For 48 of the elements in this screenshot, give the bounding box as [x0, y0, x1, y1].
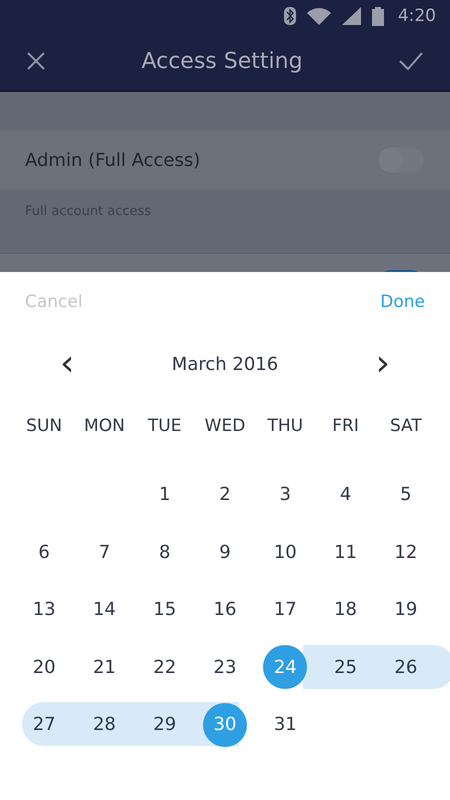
clock-time: 4:20 — [398, 6, 436, 26]
calendar-day[interactable]: 7 — [82, 530, 126, 574]
calendar-day[interactable]: 20 — [22, 645, 66, 690]
calendar-day[interactable]: 18 — [324, 588, 368, 632]
signal-icon — [342, 7, 362, 25]
calendar-day[interactable]: 5 — [384, 472, 428, 517]
calendar-day[interactable]: 21 — [82, 645, 126, 690]
calendar-day[interactable]: 13 — [22, 588, 66, 632]
weekday-label: FRI — [332, 416, 359, 436]
weekday-label: TUE — [148, 416, 182, 436]
battery-icon — [372, 6, 384, 26]
calendar-day[interactable]: 12 — [384, 530, 428, 574]
calendar-day[interactable]: 29 — [142, 702, 187, 747]
weekday-label: SAT — [390, 416, 422, 436]
calendar-day[interactable]: 9 — [202, 530, 247, 574]
weekday-label: SUN — [26, 416, 62, 436]
calendar-day[interactable]: 22 — [142, 645, 187, 690]
check-icon[interactable] — [398, 51, 424, 71]
calendar-day[interactable]: 2 — [202, 472, 247, 517]
setting-label: Admin (Full Access) — [25, 150, 200, 170]
calendar-day[interactable]: 27 — [22, 702, 66, 747]
calendar-day[interactable]: 15 — [142, 588, 187, 632]
calendar-day[interactable]: 26 — [384, 645, 428, 690]
calendar-day[interactable]: 31 — [263, 702, 308, 747]
calendar-day[interactable]: 14 — [82, 588, 126, 632]
previous-month-button[interactable]: ‹ — [54, 346, 80, 382]
wifi-icon — [306, 7, 332, 25]
calendar-day[interactable]: 10 — [263, 530, 308, 574]
next-month-button[interactable]: › — [370, 346, 396, 382]
weekday-label: MON — [84, 416, 125, 436]
month-title: March 2016 — [172, 354, 278, 374]
close-icon[interactable] — [26, 51, 46, 71]
calendar-day[interactable]: 8 — [142, 530, 187, 574]
screen-title: Access Setting — [141, 48, 303, 74]
calendar-day[interactable]: 11 — [324, 530, 368, 574]
calendar-day[interactable]: 6 — [22, 530, 66, 574]
weekday-label: THU — [267, 416, 304, 436]
bluetooth-icon — [284, 7, 296, 25]
weekday-label: WED — [204, 416, 246, 436]
calendar-day[interactable]: 16 — [202, 588, 247, 632]
calendar-day[interactable]: 17 — [263, 588, 308, 632]
calendar-day[interactable]: 19 — [384, 588, 428, 632]
calendar-day[interactable]: 28 — [82, 702, 126, 747]
calendar-day[interactable]: 3 — [263, 472, 308, 517]
calendar-day[interactable]: 25 — [324, 645, 368, 690]
calendar-day[interactable]: 23 — [202, 645, 247, 690]
calendar-day[interactable]: 1 — [142, 472, 187, 517]
calendar-day[interactable]: 4 — [324, 472, 368, 517]
